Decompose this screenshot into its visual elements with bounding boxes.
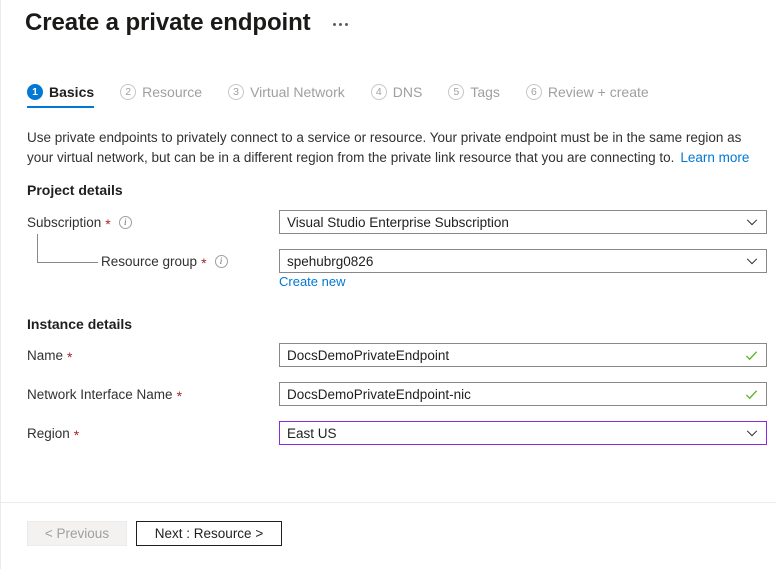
subscription-value: Visual Studio Enterprise Subscription <box>287 215 745 230</box>
region-label-text: Region <box>27 426 70 441</box>
tab-number: 5 <box>448 84 464 100</box>
more-options-icon[interactable] <box>329 17 352 32</box>
tab-label: Basics <box>49 84 94 100</box>
subscription-label: Subscription * i <box>27 215 132 230</box>
required-asterisk: * <box>105 217 110 231</box>
name-value: DocsDemoPrivateEndpoint <box>287 348 744 363</box>
previous-button[interactable]: < Previous <box>27 521 127 546</box>
create-new-resource-group-link[interactable]: Create new <box>279 274 345 289</box>
tab-number: 2 <box>120 84 136 100</box>
tab-number: 3 <box>228 84 244 100</box>
tab-label: Resource <box>142 84 202 100</box>
tab-tags[interactable]: 5 Tags <box>448 84 500 108</box>
valid-check-icon <box>744 348 759 363</box>
tab-review-create[interactable]: 6 Review + create <box>526 84 649 108</box>
subscription-label-text: Subscription <box>27 215 101 230</box>
network-interface-name-input[interactable]: DocsDemoPrivateEndpoint-nic <box>279 382 767 406</box>
tab-resource[interactable]: 2 Resource <box>120 84 202 108</box>
tab-virtual-network[interactable]: 3 Virtual Network <box>228 84 345 108</box>
tab-label: Virtual Network <box>250 84 345 100</box>
resource-group-tree-connector <box>37 234 98 263</box>
required-asterisk: * <box>67 350 72 364</box>
chevron-down-icon <box>745 215 759 229</box>
learn-more-link[interactable]: Learn more <box>680 150 749 165</box>
resource-group-label: Resource group * i <box>101 254 228 269</box>
region-select[interactable]: East US <box>279 421 767 445</box>
region-value: East US <box>287 426 745 441</box>
info-icon[interactable]: i <box>215 255 228 268</box>
required-asterisk: * <box>201 256 206 270</box>
project-details-heading: Project details <box>27 182 123 198</box>
required-asterisk: * <box>74 428 79 442</box>
valid-check-icon <box>744 387 759 402</box>
create-private-endpoint-blade: Create a private endpoint 1 Basics 2 Res… <box>0 0 776 569</box>
name-input[interactable]: DocsDemoPrivateEndpoint <box>279 343 767 367</box>
tab-number: 4 <box>371 84 387 100</box>
page-title: Create a private endpoint <box>25 8 311 38</box>
chevron-down-icon <box>745 254 759 268</box>
next-resource-button[interactable]: Next : Resource > <box>136 521 282 546</box>
footer-divider <box>1 502 776 503</box>
tab-label: Tags <box>470 84 500 100</box>
tab-label: Review + create <box>548 84 649 100</box>
tab-number: 6 <box>526 84 542 100</box>
subscription-select[interactable]: Visual Studio Enterprise Subscription <box>279 210 767 234</box>
wizard-tabs: 1 Basics 2 Resource 3 Virtual Network 4 … <box>27 84 675 108</box>
tab-number: 1 <box>27 84 43 100</box>
tab-basics[interactable]: 1 Basics <box>27 84 94 108</box>
blade-description: Use private endpoints to privately conne… <box>27 128 755 168</box>
resource-group-select[interactable]: spehubrg0826 <box>279 249 767 273</box>
title-row: Create a private endpoint <box>25 8 352 38</box>
required-asterisk: * <box>177 389 182 403</box>
chevron-down-icon <box>745 426 759 440</box>
name-label-text: Name <box>27 348 63 363</box>
network-interface-name-label-text: Network Interface Name <box>27 387 173 402</box>
description-text: Use private endpoints to privately conne… <box>27 130 741 165</box>
resource-group-value: spehubrg0826 <box>287 254 745 269</box>
tab-dns[interactable]: 4 DNS <box>371 84 423 108</box>
tab-label: DNS <box>393 84 423 100</box>
region-label: Region * <box>27 426 79 441</box>
network-interface-name-value: DocsDemoPrivateEndpoint-nic <box>287 387 744 402</box>
instance-details-heading: Instance details <box>27 316 132 332</box>
name-label: Name * <box>27 348 72 363</box>
info-icon[interactable]: i <box>119 216 132 229</box>
resource-group-label-text: Resource group <box>101 254 197 269</box>
network-interface-name-label: Network Interface Name * <box>27 387 182 402</box>
